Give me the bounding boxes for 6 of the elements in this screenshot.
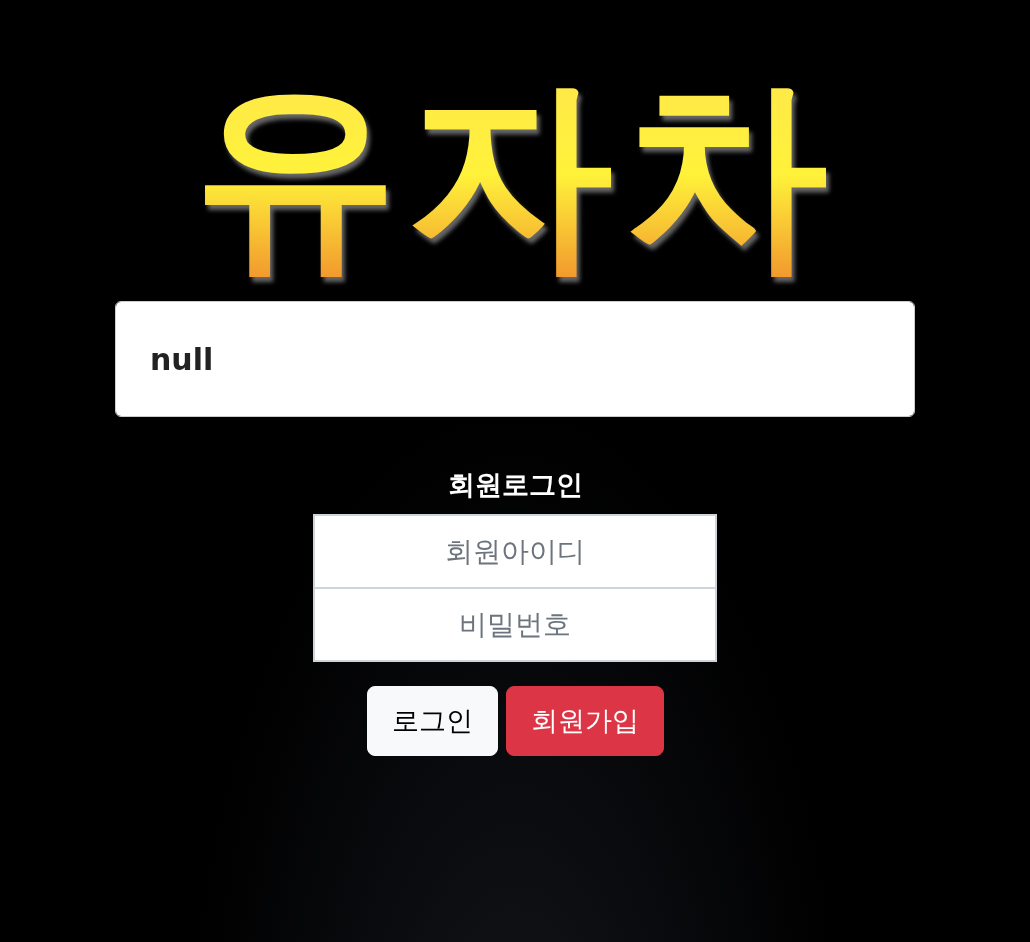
- password-field[interactable]: 비밀번호: [313, 586, 717, 662]
- message-field[interactable]: null: [115, 301, 915, 417]
- login-title: 회원로그인: [447, 468, 583, 502]
- signup-button[interactable]: 회원가입: [505, 685, 664, 756]
- id-field[interactable]: 회원아이디: [313, 513, 717, 589]
- login-button[interactable]: 로그인: [366, 685, 498, 756]
